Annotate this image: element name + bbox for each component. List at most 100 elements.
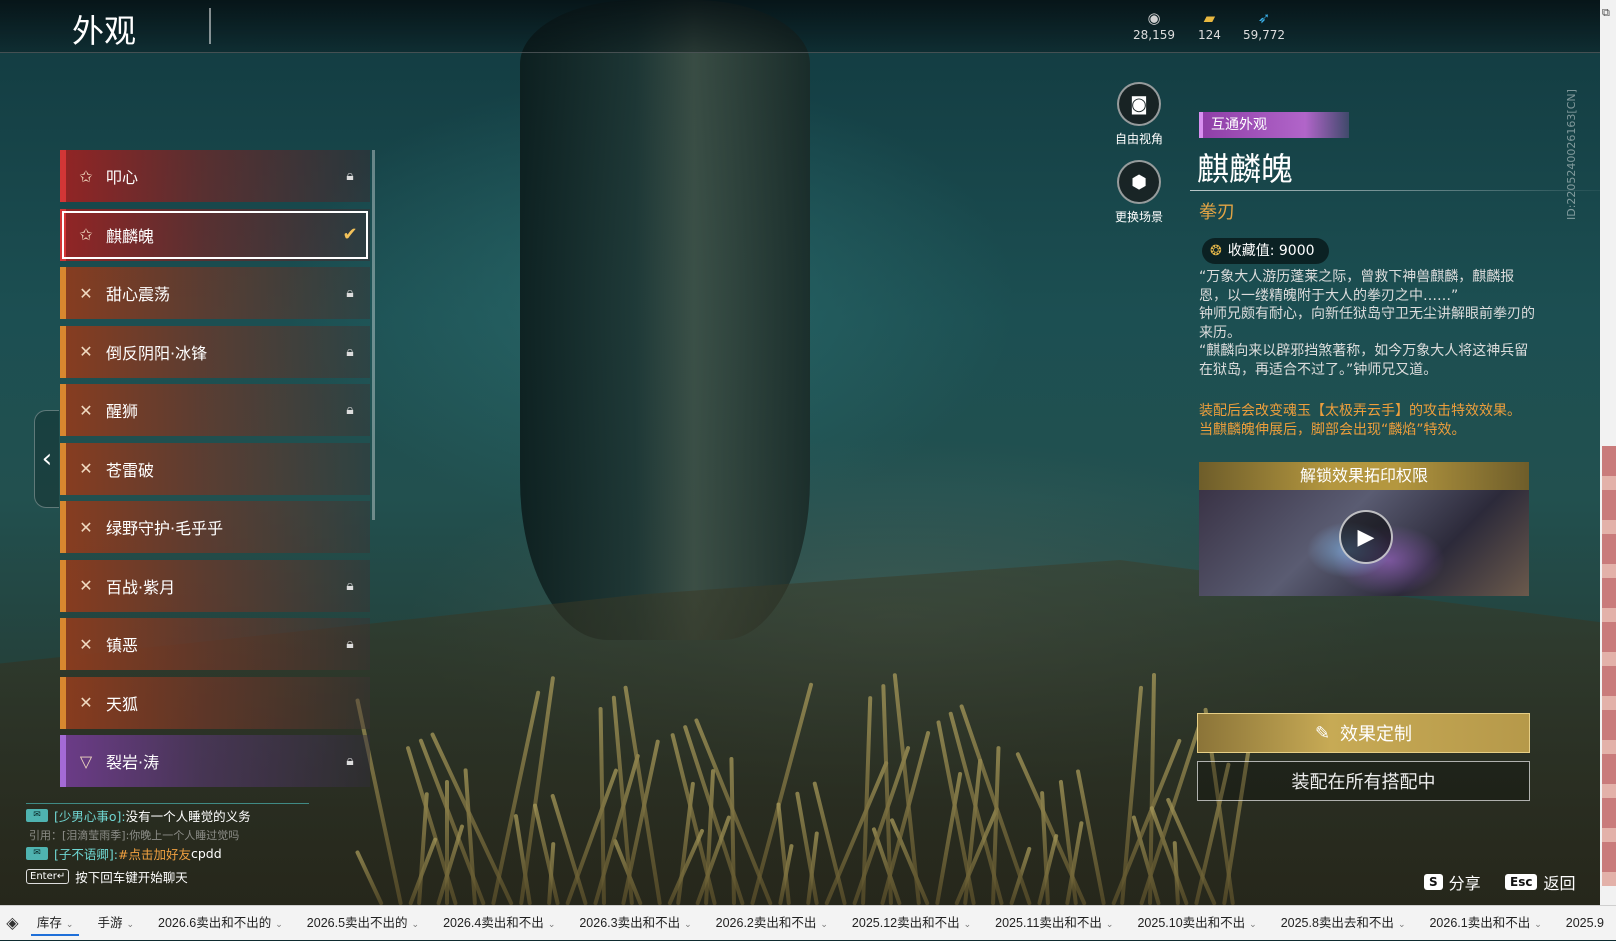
skin-effect-text: 装配后会改变魂玉【太极弄云手】的攻击特效效果。 当麒麟魄伸展后，脚部会出现“麟焰…: [1199, 403, 1521, 438]
effect-custom-button[interactable]: ✎ 效果定制: [1197, 713, 1530, 753]
chevron-down-icon: ⌄: [1534, 919, 1542, 929]
chevron-down-icon: ⌄: [684, 919, 692, 929]
tab-6[interactable]: 2026.2卖出和不出 ⌄: [704, 906, 840, 940]
skin-item-label: 镇恶: [106, 636, 139, 655]
weapon-type: 拳刃: [1199, 202, 1235, 223]
back-label: 返回: [1543, 874, 1576, 893]
list-scrollbar[interactable]: [372, 150, 375, 520]
chat-message: ✉ [子不语卿]: #点击加好友 cpdd: [26, 844, 251, 863]
skin-list: ✩ 叩心 🔒︎ ✩ 麒麟魄 ✔ ✕ 甜心震荡 🔒︎ ✕ 倒反阴阳·冰锋 🔒︎ ✕ 醒狮 🔒︎ ✕ 苍雷破 ✕ 绿野守…: [60, 150, 378, 790]
chevron-down-icon: ⌄: [126, 919, 135, 929]
chat-user[interactable]: [子不语卿]:: [54, 844, 118, 863]
chat-box[interactable]: ✉ [少男心事o]: 没有一个人睡觉的义务 引用：[泪滴莹雨季]:你晚上一个人睡…: [26, 806, 251, 886]
change-scene-button[interactable]: ⬢ 更换场景: [1107, 160, 1171, 225]
skin-item-label: 麒麟魄: [106, 226, 155, 246]
tab-4[interactable]: 2026.4卖出和不出 ⌄: [431, 906, 567, 940]
tab-label: 2025.12卖出和不出: [851, 916, 960, 930]
cross-icon: ✕: [79, 517, 93, 537]
feather-icon: ➶: [1257, 9, 1271, 27]
effect-preview-video[interactable]: ▶: [1199, 490, 1529, 596]
grass-blade: [991, 746, 1001, 905]
crossover-tag: 互通外观: [1199, 112, 1349, 138]
chat-text: 没有一个人睡觉的义务: [125, 809, 251, 824]
chat-user[interactable]: [少男心事o]:: [54, 806, 126, 825]
coin-icon: ◉: [1147, 9, 1161, 27]
skin-list-item[interactable]: ✕ 镇恶 🔒︎: [60, 618, 370, 670]
tab-label: 2026.2卖出和不出: [715, 916, 817, 930]
back-key: Esc: [1505, 874, 1538, 890]
tab-2[interactable]: 2026.6卖出和不出的 ⌄: [146, 906, 295, 940]
thumbnail-strip: [1602, 446, 1616, 886]
currency-feather: ➶ 59,772: [1243, 8, 1285, 42]
skin-list-item[interactable]: ✕ 醒狮 🔒︎: [60, 384, 370, 436]
tab-3[interactable]: 2026.5卖出不出的 ⌄: [295, 906, 431, 940]
lock-icon: 🔒︎: [346, 753, 354, 769]
star-icon: ✩: [79, 225, 93, 244]
layers-icon[interactable]: ◈: [0, 913, 25, 933]
share-hint[interactable]: S 分享: [1424, 870, 1481, 894]
add-friend-link[interactable]: #点击加好友: [118, 844, 191, 863]
equip-all-button[interactable]: 装配在所有搭配中: [1197, 761, 1530, 801]
tab-11[interactable]: 2026.1卖出和不出 ⌄: [1417, 906, 1553, 940]
player-id: ID:2205240026163[CN]: [1565, 89, 1578, 220]
tab-0[interactable]: 库存 ⌄: [25, 906, 86, 940]
title-divider: [209, 8, 211, 44]
tab-12[interactable]: 2025.9: [1554, 906, 1616, 940]
currency-value: 59,772: [1243, 28, 1285, 42]
chevron-down-icon: ⌄: [1397, 919, 1406, 929]
skin-list-item[interactable]: ✕ 百战·紫月 🔒︎: [60, 559, 370, 612]
triangle-icon: ▽: [79, 751, 93, 771]
skin-list-item[interactable]: ✕ 甜心震荡 🔒︎: [60, 267, 370, 319]
chat-quote-text: 引用：[泪滴莹雨季]:你晚上一个人睡过觉吗: [29, 828, 240, 842]
effect-custom-label: 效果定制: [1340, 724, 1413, 745]
collapse-panel-button[interactable]: ‹: [34, 410, 59, 508]
change-scene-label: 更换场景: [1114, 210, 1163, 224]
grass-blade: [565, 768, 619, 905]
tab-1[interactable]: 手游 ⌄: [85, 906, 146, 940]
chevron-down-icon: ⌄: [820, 919, 828, 929]
cross-icon: ✕: [79, 400, 93, 420]
skin-list-item[interactable]: ✩ 麒麟魄 ✔: [60, 208, 370, 261]
brush-icon: ✎: [1314, 722, 1331, 744]
page-title: 外观: [72, 12, 137, 50]
chevron-down-icon: ⌄: [1249, 919, 1257, 929]
chat-message: ✉ [少男心事o]: 没有一个人睡觉的义务: [26, 806, 251, 825]
skin-list-item[interactable]: ▽ 裂岩·涛 🔒︎: [60, 735, 370, 787]
grass-blade: [1172, 840, 1180, 905]
restore-window-icon[interactable]: ⧉: [1602, 6, 1610, 20]
skin-item-label: 百战·紫月: [106, 577, 176, 597]
skin-list-item[interactable]: ✕ 天狐: [60, 676, 370, 729]
chevron-down-icon: ⌄: [411, 919, 420, 929]
chat-input-hint[interactable]: Enter↵ 按下回车键开始聊天: [26, 867, 251, 886]
chat-text: cpdd: [190, 846, 222, 861]
skin-list-item[interactable]: ✩ 叩心 🔒︎: [60, 150, 370, 202]
collection-value: 收藏值: 9000: [1227, 243, 1315, 259]
chevron-down-icon: ⌄: [65, 919, 74, 929]
grass-blade: [892, 673, 921, 905]
back-hint[interactable]: Esc 返回: [1505, 870, 1575, 894]
tab-7[interactable]: 2025.12卖出和不出 ⌄: [840, 906, 983, 940]
collection-value-badge: ❂ 收藏值: 9000: [1202, 238, 1329, 264]
skin-list-item[interactable]: ✕ 倒反阴阳·冰锋 🔒︎: [60, 325, 370, 378]
currency-coin: ◉ 28,159: [1133, 8, 1175, 42]
tab-5[interactable]: 2026.3卖出和不出 ⌄: [567, 906, 703, 940]
free-view-button[interactable]: ◙ 自由视角: [1107, 82, 1171, 147]
skin-item-label: 醒狮: [106, 402, 139, 421]
skin-list-item[interactable]: ✕ 苍雷破: [60, 442, 370, 495]
play-icon[interactable]: ▶: [1339, 510, 1393, 564]
tab-8[interactable]: 2025.11卖出和不出 ⌄: [983, 906, 1125, 940]
tab-10[interactable]: 2025.8卖出去和不出 ⌄: [1269, 906, 1418, 940]
chat-hint-text: 按下回车键开始聊天: [75, 870, 188, 885]
tab-9[interactable]: 2025.10卖出和不出 ⌄: [1125, 906, 1268, 940]
collection-icon: ❂: [1210, 243, 1222, 259]
chat-quote: 引用：[泪滴莹雨季]:你晚上一个人睡过觉吗: [26, 825, 251, 844]
tab-label: 2026.3卖出和不出: [579, 916, 681, 930]
chat-divider: [26, 803, 309, 804]
chevron-down-icon: ⌄: [547, 919, 556, 929]
tab-label: 2026.4卖出和不出: [443, 916, 544, 930]
star-icon: ✩: [79, 166, 93, 186]
skin-item-label: 苍雷破: [106, 460, 155, 480]
tab-label: 2026.5卖出不出的: [306, 916, 408, 930]
skin-list-item[interactable]: ✕ 绿野守护·毛乎乎: [60, 501, 370, 553]
cross-icon: ✕: [79, 459, 93, 478]
